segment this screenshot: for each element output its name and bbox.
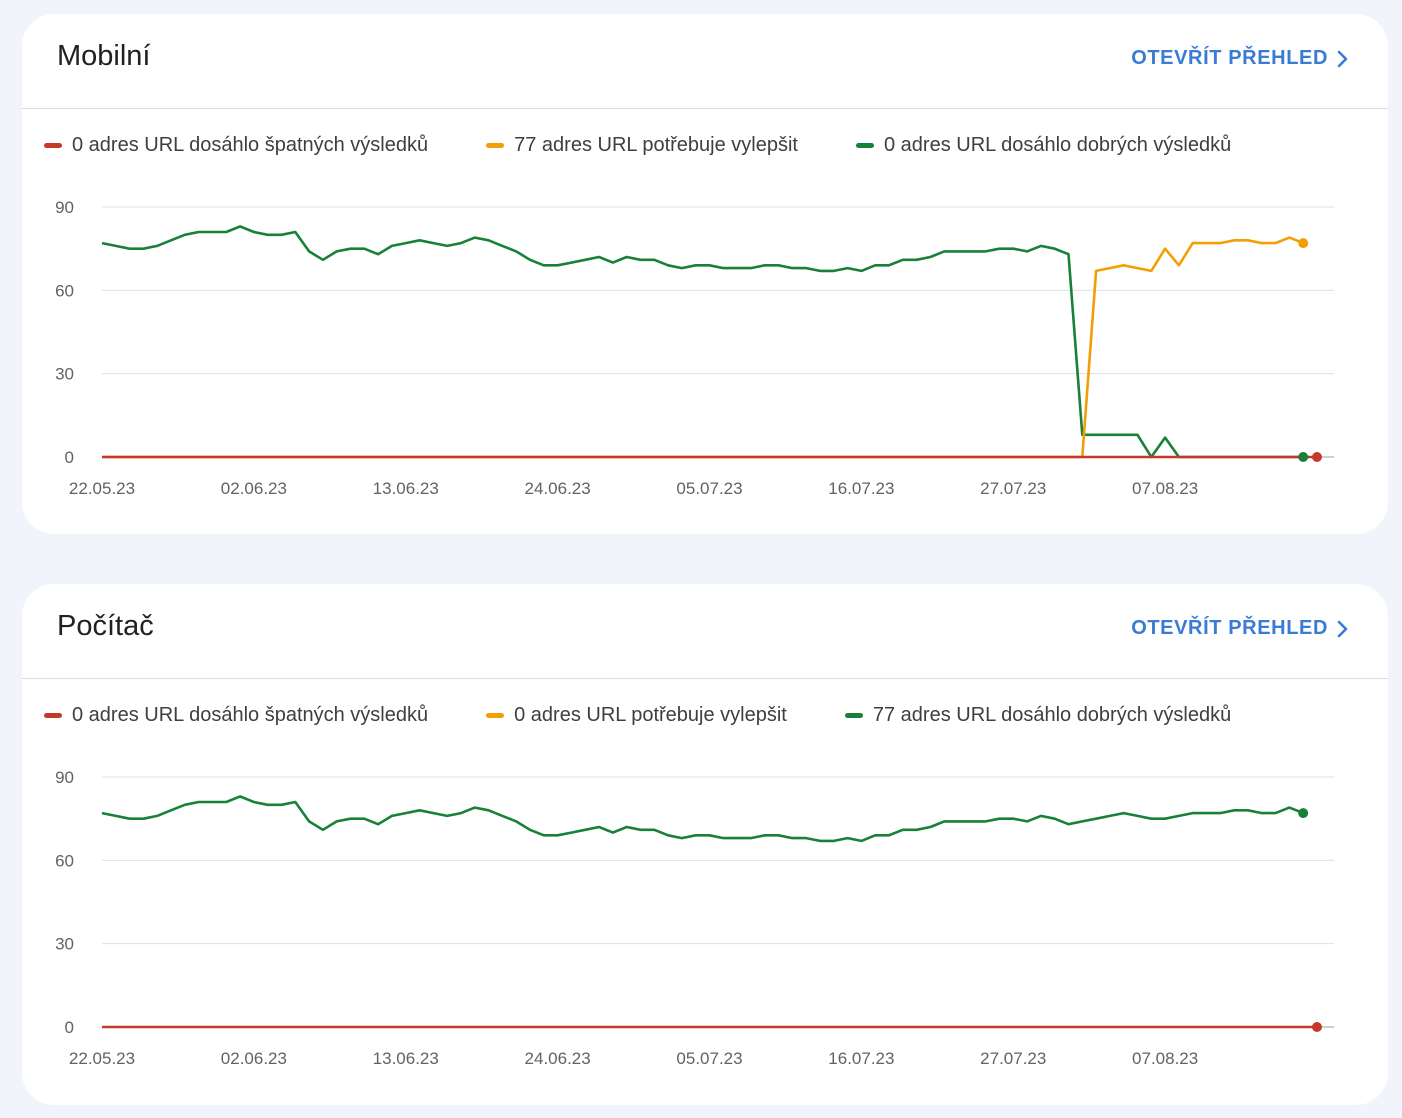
series-end-point bbox=[1298, 238, 1309, 249]
y-tick-label: 60 bbox=[55, 281, 74, 300]
x-tick-label: 07.08.23 bbox=[1132, 1049, 1198, 1068]
desktop-card: Počítač OTEVŘÍT PŘEHLED 0 adres URL dosá… bbox=[22, 584, 1388, 1105]
y-tick-label: 0 bbox=[65, 448, 74, 467]
x-tick-label: 02.06.23 bbox=[221, 1049, 287, 1068]
x-tick-label: 16.07.23 bbox=[828, 1049, 894, 1068]
x-tick-label: 13.06.23 bbox=[373, 479, 439, 498]
mobile-card: Mobilní OTEVŘÍT PŘEHLED 0 adres URL dosá… bbox=[22, 14, 1388, 534]
y-tick-label: 0 bbox=[65, 1018, 74, 1037]
desktop-line-chart: 0 30 60 90 22.05.23 02.06.23 13.06.23 24.06.23 0… bbox=[55, 768, 1334, 1068]
series-end-point bbox=[1312, 452, 1322, 462]
y-tick-label: 90 bbox=[55, 768, 74, 787]
series-end-point bbox=[1312, 1022, 1322, 1032]
x-tick-label: 07.08.23 bbox=[1132, 479, 1198, 498]
x-tick-label: 02.06.23 bbox=[221, 479, 287, 498]
x-tick-label: 05.07.23 bbox=[676, 479, 742, 498]
series-line bbox=[101, 795, 1304, 843]
series-line bbox=[101, 225, 1304, 459]
x-tick-label: 27.07.23 bbox=[980, 1049, 1046, 1068]
x-tick-label: 27.07.23 bbox=[980, 479, 1046, 498]
y-tick-label: 30 bbox=[55, 365, 74, 384]
x-tick-label: 22.05.23 bbox=[69, 1049, 135, 1068]
series-end-point bbox=[1298, 808, 1309, 819]
x-tick-label: 13.06.23 bbox=[373, 1049, 439, 1068]
x-tick-label: 24.06.23 bbox=[525, 479, 591, 498]
series-end-point bbox=[1298, 452, 1309, 462]
x-tick-label: 16.07.23 bbox=[828, 479, 894, 498]
y-tick-label: 60 bbox=[55, 851, 74, 870]
y-tick-label: 30 bbox=[55, 935, 74, 954]
x-tick-label: 05.07.23 bbox=[676, 1049, 742, 1068]
x-tick-label: 22.05.23 bbox=[69, 479, 135, 498]
series-line bbox=[102, 236, 1304, 459]
y-tick-label: 90 bbox=[55, 198, 74, 217]
mobile-line-chart: 0 30 60 90 22.05.23 02.06.23 13.06.23 24.06.23 0… bbox=[55, 198, 1334, 498]
x-tick-label: 24.06.23 bbox=[525, 1049, 591, 1068]
